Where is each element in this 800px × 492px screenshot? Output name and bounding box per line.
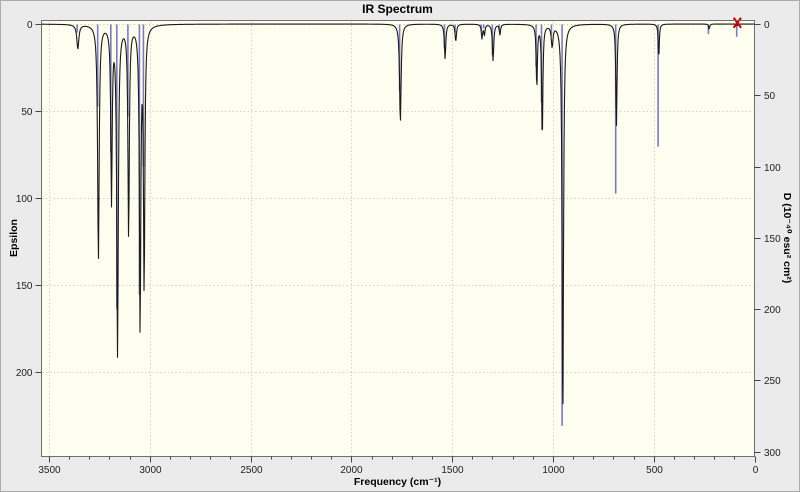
y-left-tick-label: 150: [16, 281, 33, 292]
y-left-tick-label: 200: [16, 368, 33, 379]
x-tick-label: 2000: [340, 465, 363, 476]
y-right-tick-label: 300: [764, 448, 781, 459]
spectrum-window: IR Spectrum Epsilon D (10⁻⁴⁰ esu² cm²) F…: [0, 0, 800, 492]
x-tick-label: 1000: [542, 465, 565, 476]
y-left-tick-label: 100: [16, 194, 33, 205]
y-left-tick-label: 0: [27, 20, 33, 31]
y-right-tick-label: 100: [764, 163, 781, 174]
x-tick-label: 0: [753, 465, 759, 476]
x-tick-label: 1500: [441, 465, 464, 476]
ir-spectrum-chart[interactable]: 3500 3000 2500 2000 1500 1000 500 0050100150200…: [1, 1, 800, 492]
y-left-tick-label: 50: [21, 107, 33, 118]
y-right-tick-label: 150: [764, 234, 781, 245]
y-right-tick-label: 0: [764, 20, 770, 31]
y-right-tick-label: 200: [764, 305, 781, 316]
y-right-tick-label: 250: [764, 376, 781, 387]
plot-area-background: [41, 20, 755, 457]
y-right-tick-label: 50: [764, 91, 776, 102]
x-tick-label: 3000: [139, 465, 162, 476]
x-tick-label: 2500: [240, 465, 263, 476]
x-tick-label: 3500: [38, 465, 61, 476]
x-tick-label: 500: [646, 465, 663, 476]
